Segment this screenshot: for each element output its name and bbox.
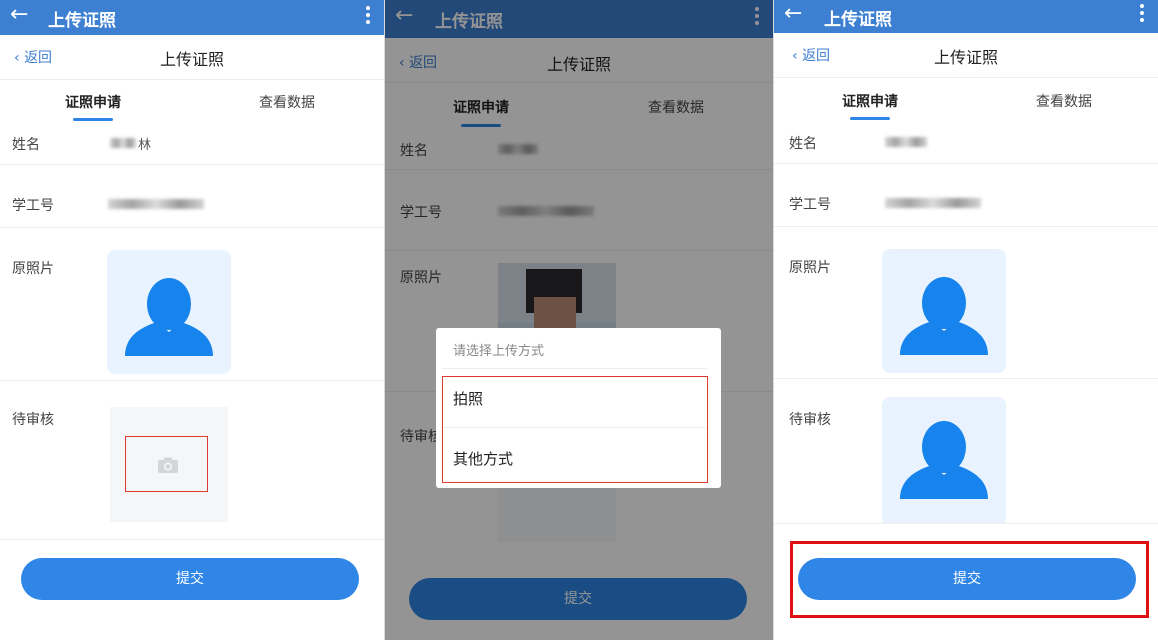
original-photo-label: 原照片 (789, 260, 831, 276)
tab-underline (850, 117, 890, 120)
id-blur (885, 198, 981, 208)
name-value: 林 (138, 138, 152, 153)
name-label: 姓名 (789, 136, 817, 152)
more-vertical-icon[interactable] (1140, 4, 1144, 25)
name-blur (885, 137, 927, 147)
tab-view-data[interactable]: 查看数据 (1004, 91, 1124, 111)
arrow-left-icon[interactable]: ← (10, 2, 28, 27)
page-title: 上传证照 (159, 50, 224, 69)
original-photo-label: 原照片 (12, 261, 54, 277)
avatar-placeholder[interactable] (882, 249, 1006, 373)
app-bar: ← 上传证照 (0, 0, 384, 35)
tab-bar: 证照申请 查看数据 (774, 79, 1158, 123)
tab-underline (73, 118, 113, 121)
sub-header: ‹ 返回 上传证照 (0, 35, 384, 80)
pending-label: 待审核 (789, 412, 831, 428)
tab-apply[interactable]: 证照申请 (33, 92, 153, 112)
dialog-separator (442, 368, 707, 369)
screen-step-1: ← 上传证照 ‹ 返回 上传证照 证照申请 查看数据 姓名 林 学工号 原照片 … (0, 0, 384, 640)
name-row: 姓名 林 (0, 124, 384, 165)
tab-apply[interactable]: 证照申请 (810, 91, 930, 111)
name-blur (110, 138, 136, 148)
submit-button[interactable]: 提交 (798, 558, 1136, 600)
screen-step-2: ← 上传证照 ‹ 返回 上传证照 证照申请 查看数据 姓名 学工号 原照片 待审… (385, 0, 773, 640)
submit-button[interactable]: 提交 (21, 558, 359, 600)
name-label: 姓名 (12, 137, 40, 153)
app-title: 上传证照 (48, 11, 116, 31)
person-icon (125, 278, 213, 356)
tab-bar: 证照申请 查看数据 (0, 80, 384, 124)
dialog-title: 请选择上传方式 (453, 344, 545, 359)
id-row: 学工号 (774, 164, 1158, 227)
modal-overlay[interactable] (385, 0, 773, 640)
name-row: 姓名 (774, 123, 1158, 164)
id-label: 学工号 (789, 197, 831, 213)
tab-view-data[interactable]: 查看数据 (227, 92, 347, 112)
original-photo-row: 原照片 (774, 227, 1158, 379)
pending-photo[interactable] (882, 397, 1006, 523)
app-bar: ← 上传证照 (774, 0, 1158, 33)
original-photo-row: 原照片 (0, 228, 384, 381)
id-row: 学工号 (0, 165, 384, 228)
person-icon (900, 277, 988, 355)
pending-row: 待审核 (774, 379, 1158, 524)
pending-label: 待审核 (12, 412, 54, 428)
page-title: 上传证照 (933, 48, 998, 67)
avatar-placeholder[interactable] (107, 250, 231, 374)
pending-row: 待审核 (0, 381, 384, 540)
options-highlight-box (442, 376, 708, 483)
sub-header: ‹ 返回 上传证照 (774, 33, 1158, 78)
screen-step-3: ← 上传证照 ‹ 返回 上传证照 证照申请 查看数据 姓名 学工号 原照片 待审… (774, 0, 1158, 640)
id-label: 学工号 (12, 198, 54, 214)
app-title: 上传证照 (824, 10, 892, 30)
arrow-left-icon[interactable]: ← (784, 1, 802, 26)
upload-method-dialog: 请选择上传方式 拍照 其他方式 (436, 328, 721, 488)
id-blur (108, 199, 204, 209)
more-vertical-icon[interactable] (366, 6, 370, 27)
person-icon (900, 421, 988, 499)
camera-icon[interactable] (157, 457, 179, 474)
